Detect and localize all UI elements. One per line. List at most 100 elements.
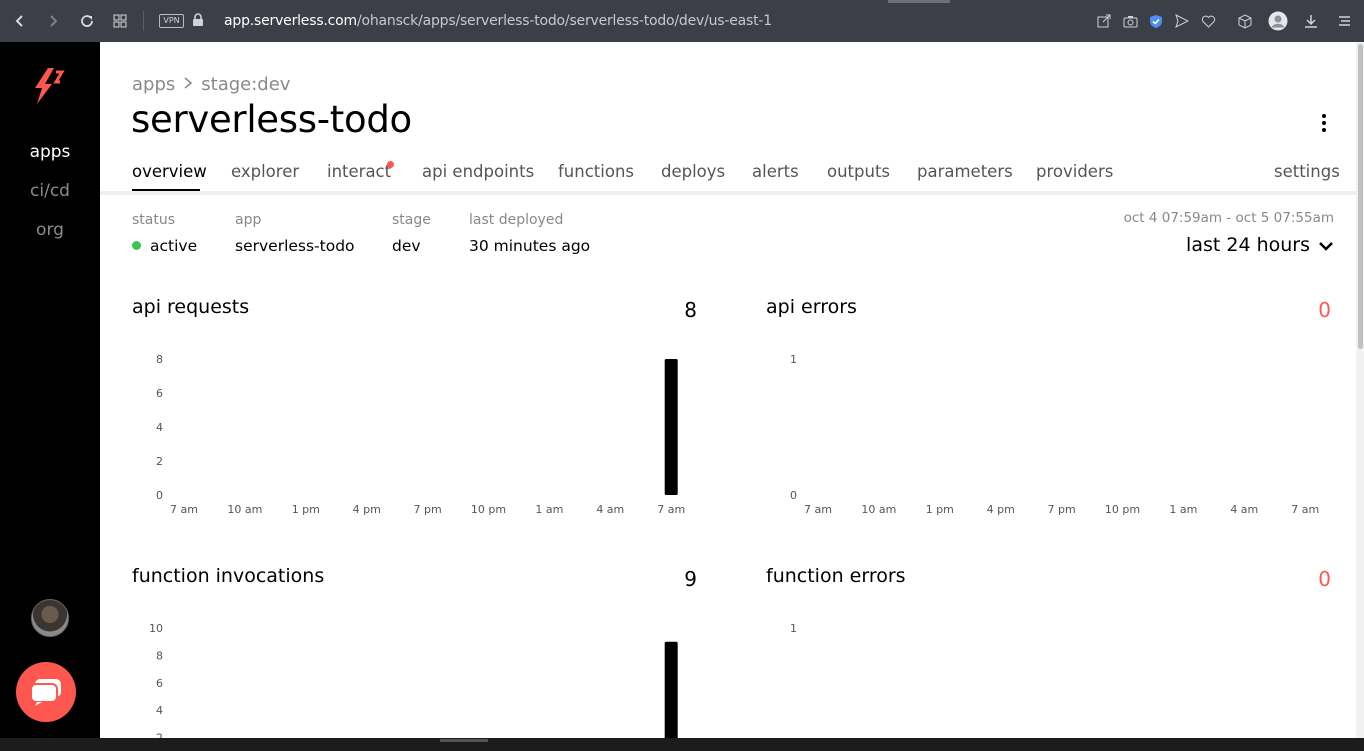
tab-interact[interactable]: interact <box>327 162 391 181</box>
avatar[interactable] <box>31 599 69 637</box>
heart-icon[interactable] <box>1198 11 1218 31</box>
grid-icon[interactable] <box>110 11 130 31</box>
chart-total-function-invocations: 9 <box>684 567 697 591</box>
sidebar-item-org[interactable]: org <box>0 220 100 240</box>
tab-deploys[interactable]: deploys <box>661 162 725 181</box>
x-tick-label: 7 pm <box>413 503 441 516</box>
y-tick-label: 0 <box>790 489 797 502</box>
chart-api-requests: 0 2 4 6 8 7 am 10 am 1 pm 4 pm 7 pm 10 pm 1 am 4 am 7… <box>156 353 685 516</box>
y-tick-label: 1 <box>790 353 797 366</box>
cube-icon[interactable] <box>1235 11 1255 31</box>
toolbar-divider <box>143 11 144 31</box>
profile-icon[interactable] <box>1268 11 1288 31</box>
x-tick-label: 7 am <box>804 503 832 516</box>
horizontal-scrollbar-thumb[interactable] <box>440 739 488 742</box>
download-icon[interactable] <box>1301 11 1321 31</box>
tab-alerts[interactable]: alerts <box>752 162 799 181</box>
y-tick-label: 2 <box>156 455 163 468</box>
lightning-logo-icon[interactable] <box>32 66 68 111</box>
tab-divider <box>100 191 1356 195</box>
status-value: active <box>150 237 198 255</box>
tab-overview[interactable]: overview <box>132 162 207 181</box>
x-tick-label: 1 am <box>535 503 563 516</box>
y-tick-label: 4 <box>156 704 163 717</box>
y-tick-label: 8 <box>156 353 163 366</box>
tab-settings[interactable]: settings <box>1274 162 1340 181</box>
x-tick-label: 10 am <box>227 503 262 516</box>
chart-total-api-errors: 0 <box>1318 298 1331 322</box>
tab-explorer[interactable]: explorer <box>231 162 299 181</box>
x-tick-label: 4 pm <box>353 503 381 516</box>
app-label: app <box>235 212 262 228</box>
notification-dot <box>387 161 394 168</box>
scrollbar-thumb[interactable] <box>1358 44 1363 349</box>
vpn-badge[interactable]: VPN <box>159 14 184 28</box>
horizontal-scrollbar[interactable] <box>0 738 1364 751</box>
chart-bar[interactable] <box>664 641 678 738</box>
last-deployed-label: last deployed <box>469 212 564 228</box>
tab-api-endpoints[interactable]: api endpoints <box>422 162 534 181</box>
main-content: apps stage:dev serverless-todo overview … <box>100 42 1356 738</box>
breadcrumb-stage[interactable]: stage:dev <box>201 74 290 95</box>
y-tick-label: 0 <box>156 489 163 502</box>
x-tick-label: 1 am <box>1169 503 1197 516</box>
chart-function-invocations: 246810 <box>149 622 678 738</box>
tab-parameters[interactable]: parameters <box>917 162 1013 181</box>
chart-total-api-requests: 8 <box>684 298 697 322</box>
y-tick-label: 6 <box>156 677 163 690</box>
address-bar[interactable]: app.serverless.com/ohansck/apps/serverle… <box>224 13 772 29</box>
x-tick-label: 7 am <box>1291 503 1319 516</box>
back-icon[interactable] <box>10 11 30 31</box>
lock-icon[interactable] <box>192 13 204 27</box>
url-host: app.serverless.com <box>224 13 357 29</box>
breadcrumb-apps[interactable]: apps <box>132 74 175 95</box>
y-tick-label: 4 <box>156 421 163 434</box>
camera-icon[interactable] <box>1120 11 1140 31</box>
chevron-right-icon <box>183 74 193 95</box>
y-tick-label: 6 <box>156 387 163 400</box>
x-tick-label: 7 am <box>657 503 685 516</box>
sidebar-item-apps[interactable]: apps <box>0 142 100 162</box>
status-label: status <box>132 212 176 228</box>
send-icon[interactable] <box>1172 11 1192 31</box>
forward-icon[interactable] <box>43 11 63 31</box>
shield-icon[interactable] <box>1146 11 1166 31</box>
time-range-value: last 24 hours <box>1186 234 1310 256</box>
time-range-select[interactable]: last 24 hours <box>1186 234 1334 256</box>
x-tick-label: 7 am <box>170 503 198 516</box>
page-title: serverless-todo <box>131 98 412 141</box>
y-tick-label: 8 <box>156 649 163 662</box>
browser-toolbar: VPN app.serverless.com/ohansck/apps/serv… <box>0 0 1364 42</box>
x-tick-label: 4 am <box>1230 503 1258 516</box>
menu-icon[interactable] <box>1334 11 1354 31</box>
tab-outputs[interactable]: outputs <box>827 162 890 181</box>
url-path: /ohansck/apps/serverless-todo/serverless… <box>356 13 772 29</box>
status-dot-icon <box>132 241 141 250</box>
chart-total-function-errors: 0 <box>1318 567 1331 591</box>
x-tick-label: 10 pm <box>1105 503 1140 516</box>
app-sidebar: apps ci/cd org <box>0 42 100 738</box>
tab-bar: overview explorer interact api endpoints… <box>132 161 1340 194</box>
last-deployed-value: 30 minutes ago <box>469 237 591 255</box>
x-tick-label: 4 pm <box>987 503 1015 516</box>
sidebar-item-cicd[interactable]: ci/cd <box>0 181 100 201</box>
status-badge: active <box>132 237 197 255</box>
chart-title-api-requests: api requests <box>132 296 250 318</box>
time-range-span: oct 4 07:59am - oct 5 07:55am <box>1123 210 1334 226</box>
tab-providers[interactable]: providers <box>1036 162 1113 181</box>
chart-bar[interactable] <box>664 359 678 495</box>
chart-function-errors: 1 <box>790 622 797 635</box>
active-tab-indicator <box>888 0 950 3</box>
x-tick-label: 1 pm <box>926 503 954 516</box>
chat-icon[interactable] <box>16 662 76 722</box>
chart-api-errors: 0 1 7 am 10 am 1 pm 4 pm 7 pm 10 pm 1 am 4 am 7 am <box>790 353 1319 516</box>
y-tick-label: 10 <box>149 622 163 635</box>
tab-functions[interactable]: functions <box>558 162 634 181</box>
kebab-menu-icon[interactable] <box>1319 114 1329 136</box>
share-icon[interactable] <box>1094 11 1114 31</box>
stage-value: dev <box>392 237 421 255</box>
breadcrumb: apps stage:dev <box>132 74 290 95</box>
reload-icon[interactable] <box>77 11 97 31</box>
x-tick-label: 4 am <box>596 503 624 516</box>
app-value: serverless-todo <box>235 237 355 255</box>
